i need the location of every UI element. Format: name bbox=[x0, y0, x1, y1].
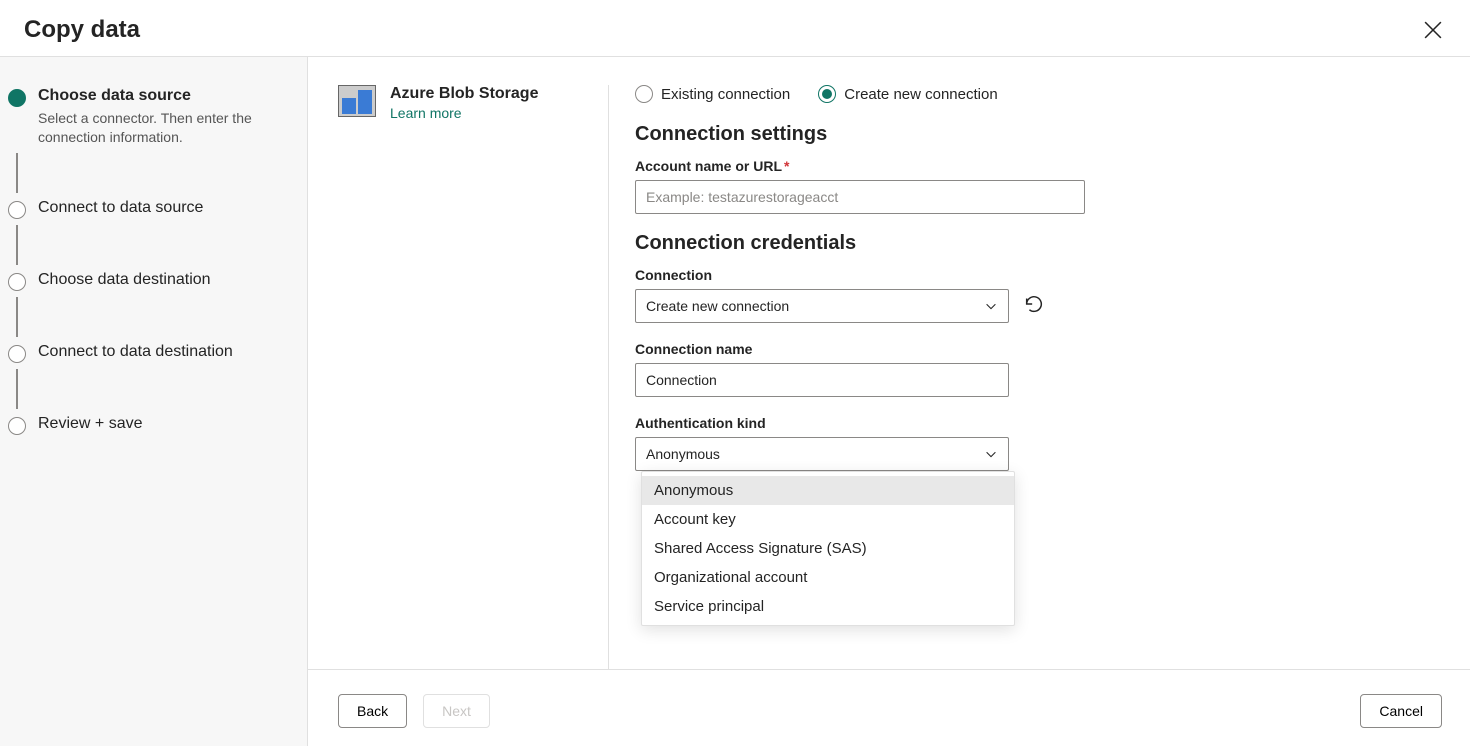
step-indicator-icon bbox=[8, 345, 26, 363]
connection-select-value: Create new connection bbox=[646, 298, 789, 314]
vertical-divider bbox=[608, 85, 609, 669]
auth-option-anonymous[interactable]: Anonymous bbox=[642, 476, 1014, 505]
auth-option-sas[interactable]: Shared Access Signature (SAS) bbox=[642, 534, 1014, 563]
step-title: Review + save bbox=[38, 415, 299, 433]
step-connect-to-data-source[interactable]: Connect to data source bbox=[8, 199, 299, 219]
connection-name-label: Connection name bbox=[635, 341, 1395, 357]
connector-title: Azure Blob Storage bbox=[390, 85, 538, 103]
step-title: Choose data destination bbox=[38, 271, 299, 289]
learn-more-link[interactable]: Learn more bbox=[390, 105, 462, 121]
section-connection-credentials: Connection credentials bbox=[635, 232, 1395, 255]
azure-blob-storage-icon bbox=[338, 85, 376, 117]
next-button: Next bbox=[423, 694, 490, 728]
auth-option-organizational-account[interactable]: Organizational account bbox=[642, 563, 1014, 592]
step-connector bbox=[16, 297, 18, 337]
account-name-label: Account name or URL* bbox=[635, 158, 1395, 174]
step-title: Choose data source bbox=[38, 87, 299, 105]
step-choose-data-destination[interactable]: Choose data destination bbox=[8, 271, 299, 291]
radio-label: Existing connection bbox=[661, 86, 790, 103]
dialog-header: Copy data bbox=[0, 0, 1470, 57]
dialog-title: Copy data bbox=[24, 16, 140, 44]
auth-kind-select[interactable]: Anonymous bbox=[635, 437, 1009, 471]
radio-create-new-connection[interactable]: Create new connection bbox=[818, 85, 997, 103]
step-connector bbox=[16, 225, 18, 265]
radio-icon bbox=[818, 85, 836, 103]
radio-icon bbox=[635, 85, 653, 103]
step-description: Select a connector. Then enter the conne… bbox=[38, 109, 278, 147]
wizard-steps-sidebar: Choose data source Select a connector. T… bbox=[0, 57, 308, 746]
back-button[interactable]: Back bbox=[338, 694, 407, 728]
step-indicator-icon bbox=[8, 417, 26, 435]
connection-label: Connection bbox=[635, 267, 1395, 283]
step-title: Connect to data source bbox=[38, 199, 299, 217]
step-indicator-icon bbox=[8, 89, 26, 107]
step-connect-to-data-destination[interactable]: Connect to data destination bbox=[8, 343, 299, 363]
close-icon[interactable] bbox=[1424, 21, 1442, 39]
chevron-down-icon bbox=[984, 299, 998, 313]
connector-summary: Azure Blob Storage Learn more bbox=[338, 85, 608, 669]
connection-select[interactable]: Create new connection bbox=[635, 289, 1009, 323]
section-connection-settings: Connection settings bbox=[635, 123, 1395, 146]
cancel-button[interactable]: Cancel bbox=[1360, 694, 1442, 728]
auth-option-service-principal[interactable]: Service principal bbox=[642, 592, 1014, 621]
auth-kind-dropdown: Anonymous Account key Shared Access Sign… bbox=[641, 471, 1015, 626]
chevron-down-icon bbox=[984, 447, 998, 461]
radio-existing-connection[interactable]: Existing connection bbox=[635, 85, 790, 103]
radio-label: Create new connection bbox=[844, 86, 997, 103]
step-indicator-icon bbox=[8, 273, 26, 291]
account-name-input[interactable] bbox=[635, 180, 1085, 214]
step-indicator-icon bbox=[8, 201, 26, 219]
step-choose-data-source[interactable]: Choose data source Select a connector. T… bbox=[8, 87, 299, 147]
auth-kind-select-value: Anonymous bbox=[646, 446, 720, 462]
step-title: Connect to data destination bbox=[38, 343, 299, 361]
step-review-save[interactable]: Review + save bbox=[8, 415, 299, 435]
dialog-footer: Back Next Cancel bbox=[308, 669, 1470, 746]
auth-option-account-key[interactable]: Account key bbox=[642, 505, 1014, 534]
step-connector bbox=[16, 369, 18, 409]
auth-kind-label: Authentication kind bbox=[635, 415, 1395, 431]
refresh-icon[interactable] bbox=[1023, 293, 1045, 320]
step-connector bbox=[16, 153, 18, 193]
connection-name-input[interactable] bbox=[635, 363, 1009, 397]
